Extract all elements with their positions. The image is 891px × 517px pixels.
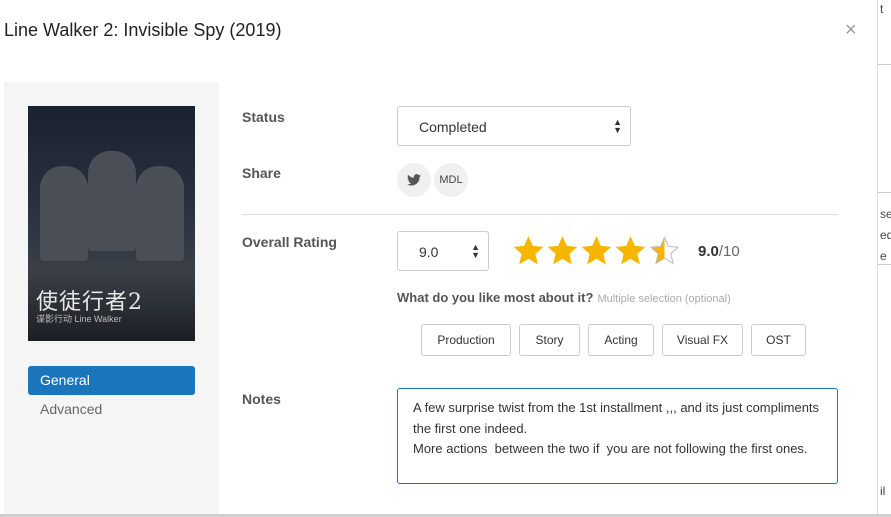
notes-textarea[interactable]: A few surprise twist from the 1st instal… bbox=[397, 388, 838, 484]
section-divider bbox=[242, 214, 838, 215]
background-page-edge: t se ed e il bbox=[877, 0, 891, 517]
like-chip-acting[interactable]: Acting bbox=[588, 324, 654, 356]
rating-select[interactable]: 9.0 ▲ ▼ bbox=[397, 231, 489, 271]
rating-label: Overall Rating bbox=[242, 234, 337, 250]
like-chip-visual-fx[interactable]: Visual FX bbox=[662, 324, 743, 356]
twitter-icon bbox=[407, 174, 421, 186]
star-icon[interactable] bbox=[615, 233, 646, 269]
star-icon[interactable] bbox=[513, 233, 544, 269]
select-arrows-icon: ▲ ▼ bbox=[613, 117, 622, 135]
status-label: Status bbox=[242, 109, 285, 125]
sidebar-item-general[interactable]: General bbox=[28, 366, 195, 395]
rating-value: 9.0 bbox=[419, 244, 439, 260]
modal-title: Line Walker 2: Invisible Spy (2019) bbox=[4, 20, 282, 40]
likes-question-text: What do you like most about it? bbox=[397, 290, 594, 305]
likes-hint: Multiple selection (optional) bbox=[597, 293, 731, 305]
twitter-share-button[interactable] bbox=[397, 163, 431, 197]
like-chip-ost[interactable]: OST bbox=[751, 324, 806, 356]
rating-score-value: 9.0 bbox=[698, 243, 719, 260]
rating-score: 9.0/10 bbox=[698, 243, 740, 260]
edit-modal: Line Walker 2: Invisible Spy (2019) × 使徒… bbox=[0, 0, 877, 517]
star-rating[interactable] bbox=[513, 233, 680, 269]
close-icon[interactable]: × bbox=[845, 20, 857, 40]
notes-label: Notes bbox=[242, 391, 281, 407]
poster-image: 使徒行者2 谍影行动 Line Walker bbox=[28, 106, 195, 341]
mdl-share-button[interactable]: MDL bbox=[434, 163, 468, 197]
share-label: Share bbox=[242, 165, 281, 181]
likes-question: What do you like most about it? Multiple … bbox=[397, 290, 731, 305]
rating-score-max: /10 bbox=[718, 243, 740, 260]
like-chip-production[interactable]: Production bbox=[421, 324, 511, 356]
sidebar-item-advanced[interactable]: Advanced bbox=[28, 395, 195, 424]
sidebar: 使徒行者2 谍影行动 Line Walker General Advanced bbox=[4, 82, 219, 517]
star-icon[interactable] bbox=[581, 233, 612, 269]
select-arrows-icon: ▲ ▼ bbox=[471, 242, 480, 260]
status-select[interactable]: Completed ▲ ▼ bbox=[397, 106, 631, 146]
star-icon[interactable] bbox=[649, 233, 680, 269]
status-value: Completed bbox=[419, 119, 487, 135]
like-chip-story[interactable]: Story bbox=[519, 324, 580, 356]
poster-sub-title: 谍影行动 Line Walker bbox=[36, 314, 122, 324]
star-icon[interactable] bbox=[547, 233, 578, 269]
